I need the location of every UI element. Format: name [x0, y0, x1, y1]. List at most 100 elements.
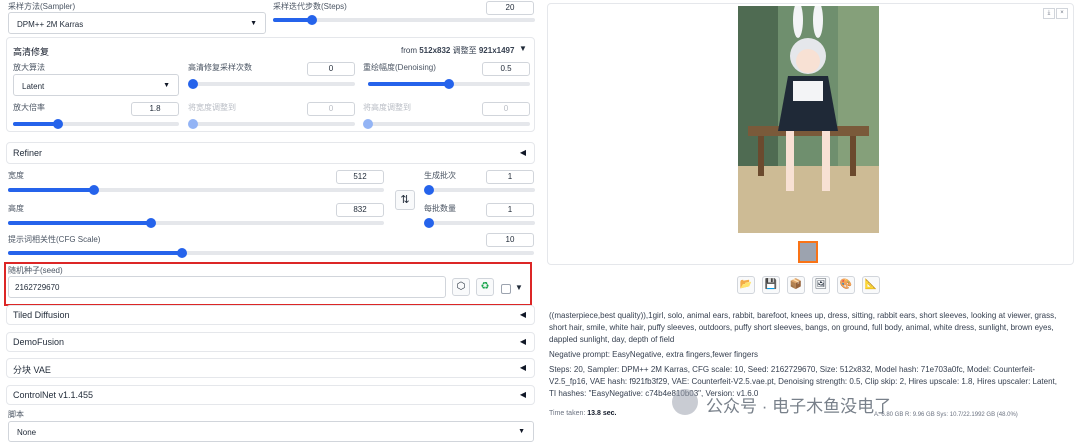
- dice-icon: ⬡: [456, 281, 466, 292]
- accordion-title: ControlNet v1.1.455: [13, 390, 94, 400]
- palette-icon: 🎨: [839, 279, 853, 290]
- zip-button[interactable]: 📦: [787, 276, 805, 294]
- output-gallery: ⤓ ×: [547, 3, 1074, 265]
- vram-sys: Sys: 10.7/22.1992 GB (48.0%): [936, 412, 1018, 418]
- seed-input[interactable]: 2162729670: [8, 276, 446, 298]
- upscaler-label: 放大算法: [13, 63, 45, 72]
- reuse-seed-button[interactable]: ♻: [476, 278, 494, 296]
- collapse-triangle-icon[interactable]: ▼: [519, 44, 527, 53]
- send-to-img2img-button[interactable]: 🖼: [812, 276, 830, 294]
- accordion-demofusion[interactable]: DemoFusion ◀: [6, 332, 535, 352]
- generated-image[interactable]: [738, 6, 879, 233]
- refiner-title: Refiner: [13, 148, 43, 158]
- batch-size-input[interactable]: 1: [486, 203, 534, 217]
- upscale-by-slider[interactable]: [13, 119, 179, 129]
- denoise-input[interactable]: 0.5: [482, 62, 530, 76]
- chevron-down-icon: ▼: [250, 20, 257, 27]
- cfg-label: 提示词相关性(CFG Scale): [8, 235, 101, 244]
- batch-size-slider[interactable]: [424, 218, 535, 228]
- expand-triangle-icon: ◀: [519, 148, 526, 157]
- chevron-down-icon: ▼: [163, 82, 170, 89]
- sampler-label: 采样方法(Sampler): [8, 2, 76, 11]
- batch-count-input[interactable]: 1: [486, 170, 534, 184]
- sampler-dropdown[interactable]: DPM++ 2M Karras ▼: [8, 12, 266, 34]
- expand-triangle-icon: ◀: [519, 390, 526, 399]
- cfg-slider-thumb[interactable]: [176, 248, 187, 258]
- send-to-extras-button[interactable]: 📐: [862, 276, 880, 294]
- steps-slider-thumb[interactable]: [307, 15, 318, 25]
- archive-icon: 📦: [789, 279, 803, 290]
- denoise-slider-thumb[interactable]: [444, 79, 454, 89]
- generation-info: ((masterpiece,best quality)),1girl, solo…: [549, 310, 1061, 403]
- upscale-by-input[interactable]: 1.8: [131, 102, 179, 116]
- swap-dimensions-button[interactable]: ⇅: [395, 190, 415, 210]
- hires-steps-slider[interactable]: [188, 79, 355, 89]
- random-seed-button[interactable]: ⬡: [452, 278, 470, 296]
- resize-height-slider[interactable]: [363, 119, 530, 129]
- download-icon[interactable]: ⤓: [1043, 8, 1055, 19]
- width-label: 宽度: [8, 171, 24, 180]
- height-slider[interactable]: [8, 218, 384, 228]
- folder-icon: 📂: [739, 279, 753, 290]
- batch-count-slider[interactable]: [424, 185, 535, 195]
- height-slider-thumb[interactable]: [145, 218, 156, 228]
- hires-steps-input[interactable]: 0: [307, 62, 355, 76]
- resize-width-slider[interactable]: [188, 119, 355, 129]
- accordion-controlnet[interactable]: ControlNet v1.1.455 ◀: [6, 385, 535, 405]
- script-label: 脚本: [8, 410, 24, 419]
- denoise-slider-fill: [368, 82, 449, 86]
- extra-seed-checkbox[interactable]: [501, 284, 511, 294]
- accordion-title: 分块 VAE: [13, 365, 51, 375]
- save-icon: 💾: [764, 279, 778, 290]
- vram-stats: A: 6.80 GB R: 9.96 GB Sys: 10.7/22.1992 …: [874, 412, 1018, 418]
- hires-title[interactable]: 高清修复: [13, 45, 49, 58]
- expand-triangle-icon: ◀: [519, 337, 526, 346]
- batch-count-slider-thumb[interactable]: [424, 185, 434, 195]
- open-folder-button[interactable]: 📂: [737, 276, 755, 294]
- close-icon[interactable]: ×: [1056, 8, 1068, 19]
- extra-seed-toggle-icon[interactable]: ▼: [515, 283, 523, 292]
- output-toolbar: 📂 💾 📦 🖼 🎨 📐: [547, 270, 1074, 296]
- steps-slider[interactable]: [273, 15, 535, 25]
- upscale-by-slider-fill: [13, 122, 58, 126]
- resize-width-input[interactable]: 0: [307, 102, 355, 116]
- thumbnail-selected[interactable]: [798, 241, 818, 263]
- generated-image-illustration: [738, 6, 879, 233]
- script-dropdown[interactable]: None ▼: [8, 421, 534, 442]
- accordion-tiled-vae[interactable]: 分块 VAE ◀: [6, 358, 535, 378]
- refiner-accordion[interactable]: Refiner ◀: [6, 142, 535, 164]
- save-button[interactable]: 💾: [762, 276, 780, 294]
- recycle-icon: ♻: [480, 281, 490, 292]
- steps-input[interactable]: 20: [486, 1, 534, 15]
- hires-fix-panel: 高清修复 from 512x832 调整至 921x1497 ▼ 放大算法 La…: [6, 37, 535, 132]
- denoise-slider[interactable]: [368, 79, 530, 89]
- cfg-slider[interactable]: [8, 248, 534, 258]
- upscaler-dropdown[interactable]: Latent ▼: [13, 74, 179, 96]
- accordion-tiled-diffusion[interactable]: Tiled Diffusion ◀: [6, 305, 535, 325]
- hires-steps-slider-thumb[interactable]: [188, 79, 198, 89]
- accordion-title: Tiled Diffusion: [13, 310, 70, 320]
- cfg-input[interactable]: 10: [486, 233, 534, 247]
- info-prompt: ((masterpiece,best quality)),1girl, solo…: [549, 311, 1057, 344]
- expand-triangle-icon: ◀: [519, 363, 526, 372]
- height-slider-fill: [8, 221, 151, 225]
- script-value: None: [17, 428, 37, 437]
- width-input[interactable]: 512: [336, 170, 384, 184]
- vram-r: R: 9.96 GB: [905, 412, 935, 418]
- send-to-inpaint-button[interactable]: 🎨: [837, 276, 855, 294]
- hires-steps-label: 高清修复采样次数: [188, 63, 252, 72]
- resize-height-label: 将高度调整到: [363, 103, 411, 112]
- height-input[interactable]: 832: [336, 203, 384, 217]
- resize-width-slider-thumb[interactable]: [188, 119, 198, 129]
- width-slider[interactable]: [8, 185, 384, 195]
- upscale-by-slider-thumb[interactable]: [52, 119, 63, 129]
- resize-height-slider-thumb[interactable]: [363, 119, 373, 129]
- image-icon: 🖼: [814, 279, 828, 290]
- swap-icon: ⇅: [400, 194, 410, 206]
- denoise-label: 重绘幅度(Denoising): [363, 63, 436, 72]
- steps-label: 采样迭代步数(Steps): [273, 2, 347, 11]
- resize-height-input[interactable]: 0: [482, 102, 530, 116]
- sampler-value: DPM++ 2M Karras: [17, 20, 84, 29]
- width-slider-thumb[interactable]: [89, 185, 100, 195]
- batch-size-slider-thumb[interactable]: [424, 218, 434, 228]
